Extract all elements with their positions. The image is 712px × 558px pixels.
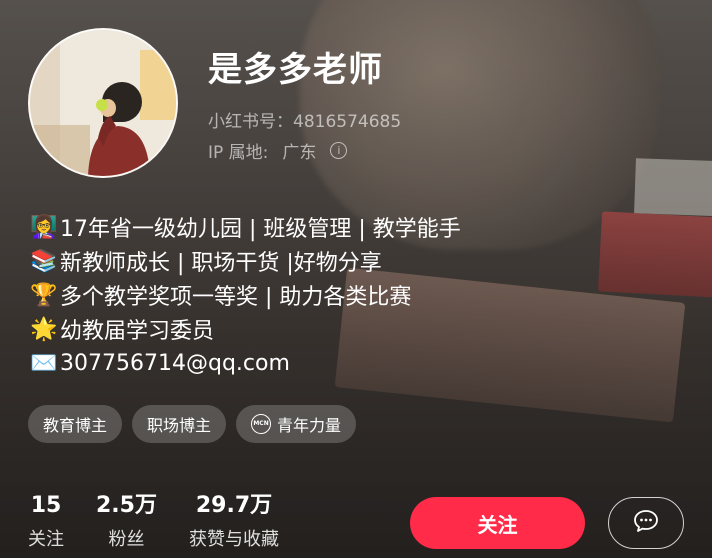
bio-line: 📚 新教师成长 | 职场干货 |好物分享 xyxy=(28,244,461,278)
stat-label: 粉丝 xyxy=(108,529,145,550)
account-id-value: 4816574685 xyxy=(293,112,402,132)
tag-career-blogger[interactable]: 职场博主 xyxy=(132,405,227,443)
stat-value: 2.5万 xyxy=(96,493,157,518)
stat-followers[interactable]: 2.5万 粉丝 xyxy=(96,492,157,554)
tag-mcn-youth-power[interactable]: MCN 青年力量 xyxy=(236,405,357,443)
tag-label: 职场博主 xyxy=(147,416,212,435)
account-id-label: 小红书号： xyxy=(208,112,293,132)
mcn-icon: MCN xyxy=(251,414,272,434)
stat-label: 获赞与收藏 xyxy=(188,529,279,550)
envelope-icon: ✉️ xyxy=(30,350,58,376)
bio-line: 🏆 多个教学奖项一等奖 | 助力各类比赛 xyxy=(28,278,461,312)
books-icon: 📚 xyxy=(30,248,58,274)
bio-line: ✉️ 307756714@qq.com xyxy=(28,346,461,380)
bio-email[interactable]: 307756714@qq.com xyxy=(60,351,290,376)
stat-following[interactable]: 15 关注 xyxy=(28,492,64,554)
chat-bubble-icon xyxy=(633,509,659,537)
avatar[interactable] xyxy=(28,28,178,178)
profile-name: 是多多老师 xyxy=(208,50,383,90)
message-button[interactable] xyxy=(608,497,684,549)
bio-line: 🌟 幼教届学习委员 xyxy=(28,312,461,346)
bio: 👩‍🏫 17年省一级幼儿园 | 班级管理 | 教学能手 📚 新教师成长 | 职场… xyxy=(28,210,461,380)
ip-location-value: 广东 xyxy=(282,143,317,163)
info-icon[interactable]: i xyxy=(330,142,348,159)
tag-education-blogger[interactable]: 教育博主 xyxy=(28,405,123,443)
ip-location-label: IP 属地: xyxy=(208,143,269,163)
stat-value: 29.7万 xyxy=(195,493,273,518)
bio-text: 新教师成长 | 职场干货 |好物分享 xyxy=(60,251,382,276)
tag-label: 青年力量 xyxy=(277,416,342,435)
bio-text: 多个教学奖项一等奖 | 助力各类比赛 xyxy=(60,285,412,310)
stats: 15 关注 2.5万 粉丝 29.7万 获赞与收藏 xyxy=(28,492,311,554)
bio-line: 👩‍🏫 17年省一级幼儿园 | 班级管理 | 教学能手 xyxy=(28,210,461,244)
stat-label: 关注 xyxy=(28,529,64,550)
teacher-icon: 👩‍🏫 xyxy=(30,214,58,240)
stat-likes-collections[interactable]: 29.7万 获赞与收藏 xyxy=(189,492,279,554)
trophy-icon: 🏆 xyxy=(30,282,58,308)
stat-value: 15 xyxy=(30,493,62,518)
ip-location: IP 属地: 广东 i xyxy=(208,138,348,163)
tag-list: 教育博主 职场博主 MCN 青年力量 xyxy=(28,405,357,443)
star-icon: 🌟 xyxy=(30,316,58,342)
account-id[interactable]: 小红书号：4816574685 xyxy=(208,107,401,132)
tag-label: 教育博主 xyxy=(43,416,108,435)
bio-text: 17年省一级幼儿园 | 班级管理 | 教学能手 xyxy=(60,217,461,242)
follow-button[interactable]: 关注 xyxy=(410,497,585,549)
bio-text: 幼教届学习委员 xyxy=(60,319,215,344)
